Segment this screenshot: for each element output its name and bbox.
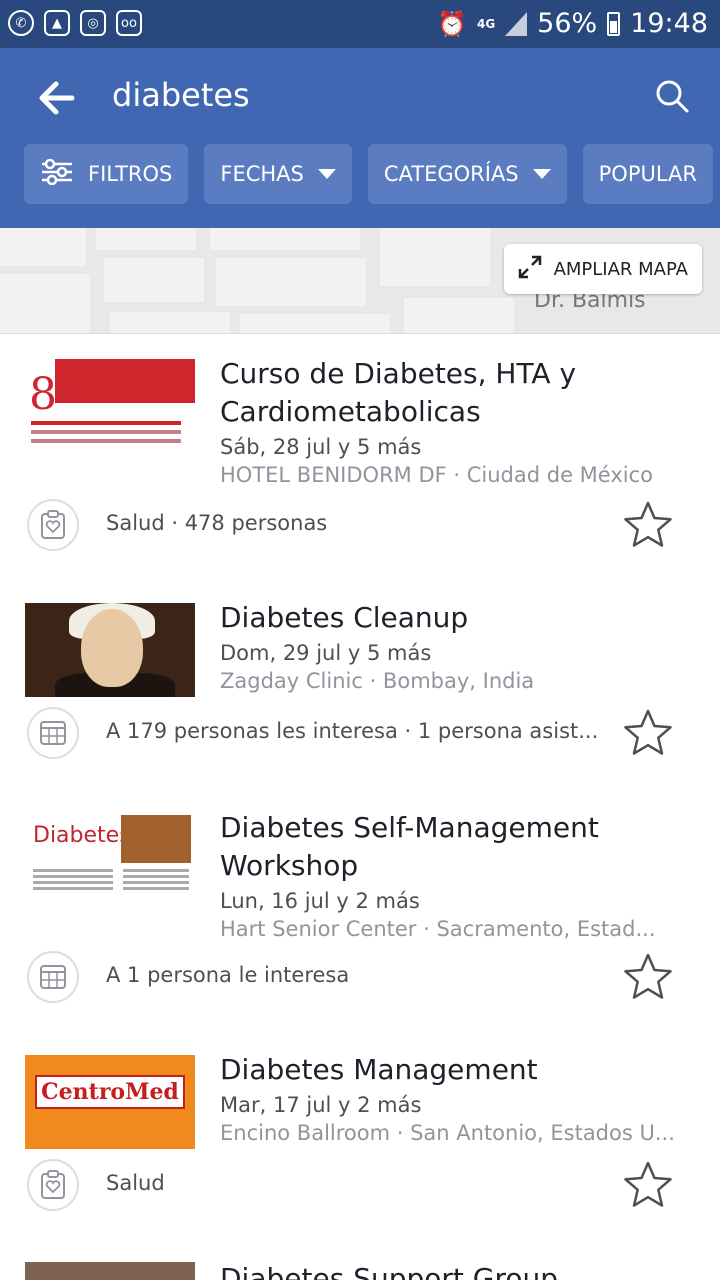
chip-popular[interactable]: POPULAR xyxy=(582,144,714,204)
event-thumbnail xyxy=(25,603,195,697)
calendar-icon xyxy=(27,951,79,1003)
expand-map-label: AMPLIAR MAPA xyxy=(553,258,688,280)
voicemail-icon: oo xyxy=(116,10,142,36)
clipboard-heart-icon xyxy=(27,499,79,551)
sliders-icon xyxy=(40,158,74,190)
event-title[interactable]: Diabetes Self-Management Workshop xyxy=(220,809,690,885)
event-date: Sáb, 28 jul y 5 más xyxy=(220,435,422,459)
caret-down-icon xyxy=(317,169,336,179)
expand-map-button[interactable]: AMPLIAR MAPA xyxy=(503,244,702,294)
event-thumbnail: 8º xyxy=(25,359,195,453)
event-meta: Salud xyxy=(106,1171,165,1195)
event-place: Hart Senior Center · Sacramento, Estad..… xyxy=(220,917,656,941)
caret-down-icon xyxy=(532,169,551,179)
event-title[interactable]: Curso de Diabetes, HTA y Cardiometabolic… xyxy=(220,355,690,431)
map-preview[interactable]: Dr. Balmis AMPLIAR MAPA xyxy=(0,228,720,334)
alarm-icon: ⏰ xyxy=(437,9,467,38)
star-icon[interactable] xyxy=(622,500,674,550)
event-date: Mar, 17 jul y 2 más xyxy=(220,1093,422,1117)
star-icon[interactable] xyxy=(622,1160,674,1210)
star-icon[interactable] xyxy=(622,952,674,1002)
search-icon[interactable] xyxy=(654,78,690,114)
event-date: Dom, 29 jul y 5 más xyxy=(220,641,432,665)
network-type: 4G xyxy=(476,16,496,31)
search-query[interactable]: diabetes xyxy=(112,76,250,114)
calendar-icon xyxy=(27,707,79,759)
battery-icon xyxy=(607,11,621,36)
back-arrow-icon[interactable] xyxy=(36,78,76,118)
clock: 19:48 xyxy=(630,8,708,39)
chip-label: POPULAR xyxy=(598,162,698,186)
event-place: Encino Ballroom · San Antonio, Estados U… xyxy=(220,1121,675,1145)
thumb-text: 8º xyxy=(29,369,78,420)
event-date: Lun, 16 jul y 2 más xyxy=(220,889,420,913)
event-title[interactable]: Diabetes Management xyxy=(220,1051,690,1089)
event-thumbnail xyxy=(25,1262,195,1280)
chip-label: FILTROS xyxy=(88,162,173,186)
chip-fechas[interactable]: FECHAS xyxy=(204,144,352,204)
event-title[interactable]: Diabetes Cleanup xyxy=(220,599,690,637)
signal-icon xyxy=(505,11,528,36)
instagram-icon: ◎ xyxy=(80,10,106,36)
event-thumbnail: Diabetes xyxy=(25,813,195,907)
thumb-text: Diabetes xyxy=(33,823,131,848)
expand-icon xyxy=(518,255,542,284)
filter-chips: FILTROS FECHAS CATEGORÍAS POPULAR xyxy=(24,144,714,204)
event-meta: A 1 persona le interesa xyxy=(106,963,350,987)
event-place: HOTEL BENIDORM DF · Ciudad de México xyxy=(220,463,653,487)
star-icon[interactable] xyxy=(622,708,674,758)
event-thumbnail: CentroMed xyxy=(25,1055,195,1149)
search-header: diabetes FILTROS FECHAS CATEGORÍAS POPUL… xyxy=(0,48,720,228)
chip-categorias[interactable]: CATEGORÍAS xyxy=(367,144,567,204)
event-meta: A 179 personas les interesa · 1 persona … xyxy=(106,719,599,743)
event-title[interactable]: Diabetes Support Group xyxy=(220,1262,558,1280)
thumb-logo: CentroMed xyxy=(35,1075,185,1109)
chip-label: FECHAS xyxy=(220,162,304,186)
whatsapp-icon: ✆ xyxy=(8,10,34,36)
chip-label: CATEGORÍAS xyxy=(383,162,519,186)
event-place: Zagday Clinic · Bombay, India xyxy=(220,669,535,693)
battery-percent: 56% xyxy=(537,8,598,39)
event-meta: Salud · 478 personas xyxy=(106,511,328,535)
gallery-icon: ▲ xyxy=(44,10,70,36)
chip-filtros[interactable]: FILTROS xyxy=(24,144,189,204)
clipboard-heart-icon xyxy=(27,1159,79,1211)
status-bar: ✆ ▲ ◎ oo ⏰ 4G 56% 19:48 xyxy=(0,0,720,48)
